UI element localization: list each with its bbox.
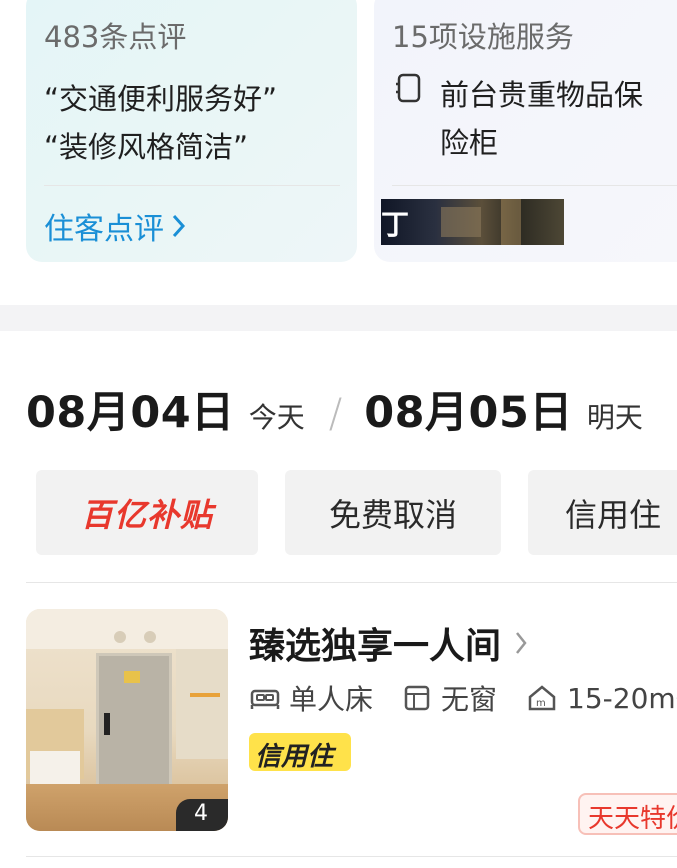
review-quote-1: “交通便利服务好”	[44, 82, 278, 116]
daily-deal-badge: 天天特价	[578, 793, 677, 835]
chevron-right-icon	[172, 214, 186, 238]
area-icon: m	[528, 685, 556, 711]
bed-type: 单人床	[289, 683, 374, 716]
room-title-link[interactable]: 臻选独享一人间	[249, 617, 529, 669]
credit-label: 信用住	[565, 495, 662, 534]
subsidy-label: 百亿补贴	[80, 495, 213, 534]
credit-badge-label: 信用住	[255, 742, 334, 772]
deal-badge-label: 天天特价	[588, 804, 677, 834]
review-quote-2: “装修风格简洁”	[44, 130, 249, 164]
reviews-link[interactable]: 住客点评	[44, 204, 188, 248]
filter-divider	[26, 582, 677, 583]
date-separator: /	[328, 391, 343, 437]
chevron-right-icon	[516, 632, 527, 654]
photo-count: 4	[194, 801, 208, 826]
room-attributes: 单人床 无窗 m 15-20m²	[249, 678, 677, 718]
credit-stay-badge: 信用住	[249, 733, 351, 772]
room-name: 臻选独享一人间	[249, 626, 502, 667]
bed-icon	[250, 689, 280, 709]
checkin-date: 08月04日	[26, 388, 235, 438]
facilities-count: 15项设施服务	[392, 20, 574, 54]
date-selector[interactable]: 08月04日 今天 / 08月05日 明天	[26, 378, 643, 440]
facility-item: 前台贵重物品保 险柜	[440, 78, 644, 160]
thumbnail-text: 丁	[381, 208, 410, 241]
review-count: 483条点评	[44, 20, 187, 54]
room-photo[interactable]: 4	[26, 609, 228, 831]
facility-thumbnail[interactable]: 丁	[381, 199, 564, 245]
section-separator	[0, 305, 677, 331]
window-icon	[404, 685, 430, 711]
window-info: 无窗	[441, 683, 498, 716]
reviews-link-label: 住客点评	[44, 212, 164, 247]
svg-text:m: m	[536, 698, 546, 709]
facilities-divider	[392, 185, 677, 186]
checkout-tag: 明天	[586, 401, 643, 434]
checkin-tag: 今天	[248, 401, 305, 434]
safe-icon	[396, 73, 421, 103]
review-divider	[44, 185, 340, 186]
room-area: 15-20m²	[567, 681, 677, 715]
free-cancel-label: 免费取消	[328, 495, 457, 534]
checkout-date: 08月05日	[364, 388, 573, 438]
filter-chip-free-cancel[interactable]: 免费取消	[285, 470, 501, 555]
room-divider	[26, 856, 677, 857]
filter-chip-credit[interactable]: 信用住	[528, 470, 677, 555]
filter-chip-subsidy[interactable]: 百亿补贴	[36, 470, 258, 555]
